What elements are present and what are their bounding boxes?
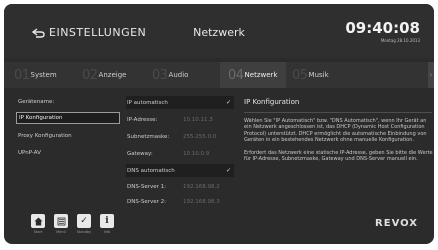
- home-button[interactable]: [31, 214, 45, 228]
- menu-icon: [57, 217, 65, 225]
- ip-automatic-label: IP automatisch: [127, 99, 168, 106]
- tab-system[interactable]: 01 System: [14, 62, 74, 88]
- tab-scroll-right-icon[interactable]: ›: [428, 62, 434, 88]
- home-icon: [34, 217, 42, 225]
- dns-server-2-field[interactable]: DNS-Server 2: 192.168.98.3: [126, 195, 234, 208]
- tab-number: 03: [152, 67, 168, 83]
- dns-automatic-toggle[interactable]: DNS automatisch ✓: [126, 164, 234, 177]
- tab-label: Musik: [308, 71, 329, 79]
- field-label: DNS-Server 1:: [127, 183, 166, 190]
- help-title: IP Konfiguration: [244, 98, 300, 106]
- field-label: IP-Adresse:: [127, 116, 158, 123]
- clock-time: 09:40:08: [345, 19, 420, 37]
- ip-automatic-toggle[interactable]: IP automatisch ✓: [126, 96, 234, 109]
- dns-server-1-field[interactable]: DNS-Server 1: 192.168.98.2: [126, 180, 234, 193]
- tab-anzeige[interactable]: 02 Anzeige: [82, 62, 146, 88]
- list-item-upnp-av[interactable]: UPnP-AV: [16, 147, 120, 159]
- tab-musik[interactable]: 05 Musik: [292, 62, 352, 88]
- info-button[interactable]: i: [100, 214, 114, 228]
- tab-bar: 01 System 02 Anzeige 03 Audio 04 Netzwer…: [4, 62, 434, 88]
- checkmark-icon: ✓: [80, 216, 88, 226]
- tab-label: Netzwerk: [244, 71, 278, 79]
- field-value: 255.255.0.0: [183, 133, 217, 140]
- list-item-ip-konfiguration[interactable]: IP Konfiguration: [16, 112, 120, 124]
- help-paragraph: Erfordert das Netzwerk eine statische IP…: [244, 149, 433, 163]
- tab-number: 01: [14, 67, 30, 83]
- field-value: 10.10.0.9: [183, 150, 210, 157]
- menu-button[interactable]: [54, 214, 68, 228]
- ip-config-panel: IP automatisch ✓ IP-Adresse: 10.10.11.3 …: [126, 94, 234, 206]
- header-bar: EINSTELLUNGEN Netzwerk 09:40:08 Montag 2…: [4, 4, 434, 58]
- tab-audio[interactable]: 03 Audio: [152, 62, 220, 88]
- tab-number: 04: [228, 67, 244, 83]
- field-value: 192.168.98.2: [183, 183, 220, 190]
- field-label: Gateway:: [127, 150, 153, 157]
- menu-label: Menü: [56, 230, 66, 234]
- field-label: Subnetzmaske:: [127, 133, 170, 140]
- tab-number: 02: [82, 67, 98, 83]
- home-label: Start: [33, 230, 43, 234]
- standby-button[interactable]: ✓: [77, 214, 91, 228]
- list-item-geraetename[interactable]: Gerätename:: [16, 96, 120, 108]
- standby-label: Standby: [76, 230, 92, 234]
- content-area: Gerätename: IP Konfiguration Proxy Konfi…: [16, 94, 434, 206]
- brand-logo: REVOX: [375, 218, 418, 229]
- bottom-bar: Start Menü ✓ Standby i Info REVOX: [4, 210, 434, 244]
- info-icon: i: [105, 216, 109, 226]
- subnet-mask-field[interactable]: Subnetzmaske: 255.255.0.0: [126, 130, 234, 143]
- tab-netzwerk[interactable]: 04 Netzwerk: [220, 62, 286, 88]
- divider: [244, 112, 432, 113]
- settings-list: Gerätename: IP Konfiguration Proxy Konfi…: [16, 94, 120, 206]
- tab-label: Audio: [168, 71, 189, 79]
- field-label: DNS-Server 2:: [127, 198, 166, 205]
- tab-label: Anzeige: [98, 71, 127, 79]
- settings-screen: EINSTELLUNGEN Netzwerk 09:40:08 Montag 2…: [4, 4, 434, 244]
- dns-automatic-label: DNS automatisch: [127, 167, 175, 174]
- gateway-field[interactable]: Gateway: 10.10.0.9: [126, 147, 234, 160]
- field-value: 10.10.11.3: [183, 116, 213, 123]
- help-panel: IP Konfiguration Wählen Sie "IP Automati…: [244, 94, 434, 206]
- clock-date: Montag 28.10.2013: [380, 38, 420, 43]
- tab-label: System: [30, 71, 57, 79]
- field-value: 192.168.98.3: [183, 198, 220, 205]
- info-label: Info: [103, 230, 111, 234]
- tab-number: 05: [292, 67, 308, 83]
- ip-address-field[interactable]: IP-Adresse: 10.10.11.3: [126, 113, 234, 126]
- help-paragraph: Wählen Sie "IP Automatisch" bzw. "DNS Au…: [244, 118, 427, 144]
- checkbox-checked-icon: ✓: [225, 99, 231, 106]
- list-item-proxy-konfiguration[interactable]: Proxy Konfiguration: [16, 130, 120, 142]
- checkbox-checked-icon: ✓: [225, 167, 231, 174]
